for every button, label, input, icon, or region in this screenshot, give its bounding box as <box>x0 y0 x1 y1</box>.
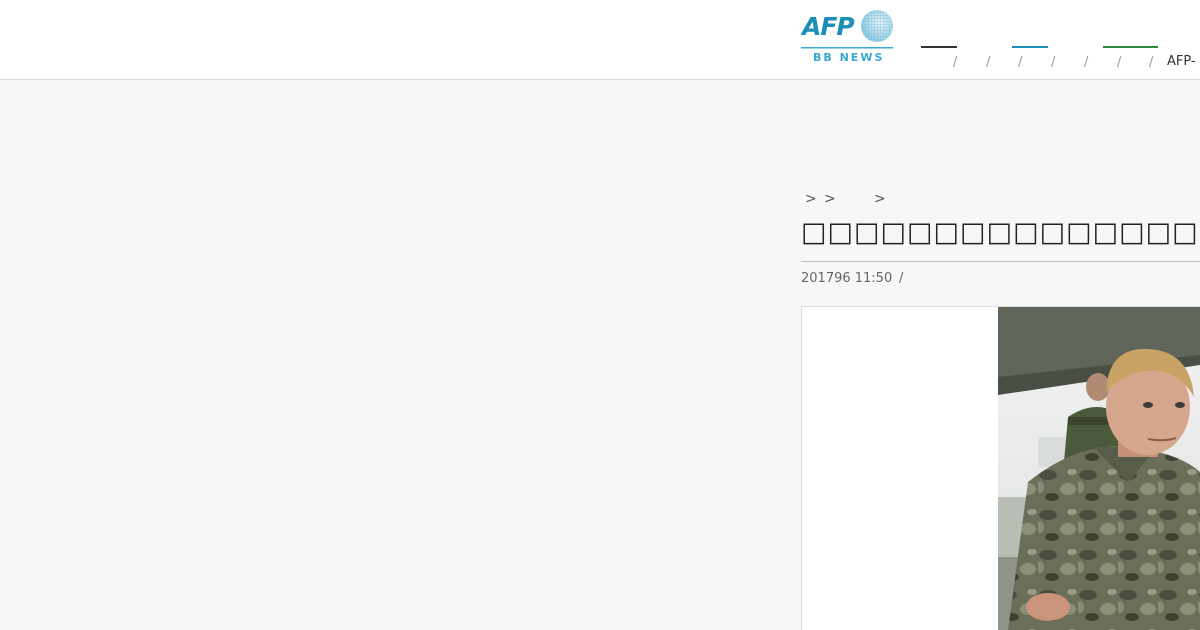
headline-divider <box>801 261 1200 262</box>
nav-separator: / <box>1117 55 1122 70</box>
nav-link-afp[interactable]: AFP- <box>1167 54 1196 69</box>
site-header: AFP BB NEWS / / / / / / / AFP- <box>0 0 1200 80</box>
svg-text:AFP: AFP <box>801 12 854 41</box>
nav-separator: / <box>1149 55 1154 70</box>
nav-separator: / <box>986 55 991 70</box>
nav-separator: / <box>1084 55 1089 70</box>
logo-subtitle: BB NEWS <box>813 51 885 64</box>
nav-indicator-dark <box>921 46 957 48</box>
nav-separator: / <box>953 55 958 70</box>
nav-indicator-blue <box>1012 46 1048 48</box>
breadcrumb-separator: > <box>874 191 886 207</box>
man-in-camouflage-jacket-photo-icon <box>998 307 1200 630</box>
article-headline: □□□□□□□□□□□□□□□□□□□□□□□□ □ <box>801 217 1200 248</box>
nav-separator: / <box>1018 55 1023 70</box>
afp-logo[interactable]: AFP BB NEWS <box>801 8 893 64</box>
nav-indicator-green <box>1103 46 1158 48</box>
nav-separator: / <box>1051 55 1056 70</box>
breadcrumb-separator: > <box>824 191 836 207</box>
breadcrumb-separator: > <box>805 191 817 207</box>
meta-separator: / <box>899 271 904 286</box>
article-photo[interactable] <box>998 307 1200 630</box>
article-date: 201796 11:50 <box>801 271 893 286</box>
